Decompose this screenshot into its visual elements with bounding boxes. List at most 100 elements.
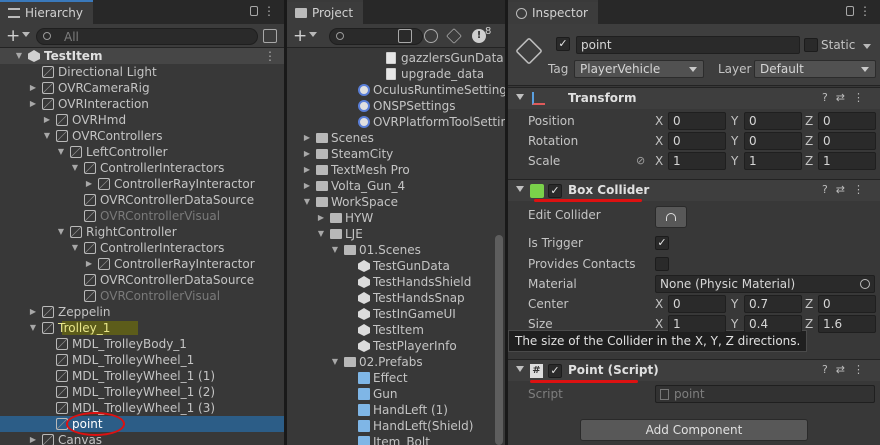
collapse-arrow-icon[interactable]: ▶ (42, 112, 52, 128)
project-row[interactable]: TestHandsSnap (287, 290, 505, 306)
project-row[interactable]: gazzlersGunData (287, 50, 505, 66)
add-icon[interactable]: + (293, 26, 307, 46)
lock-icon[interactable] (250, 6, 258, 16)
collapse-arrow-icon[interactable]: ▶ (28, 96, 38, 112)
scene-visibility-icon[interactable] (263, 29, 277, 43)
hierarchy-row[interactable]: ▶ OVRHmd (0, 112, 284, 128)
expand-arrow-icon[interactable]: ▼ (316, 226, 326, 242)
hierarchy-row[interactable]: ▼ ControllerInteractors (0, 160, 284, 176)
hierarchy-row[interactable]: OVRControllerVisual (0, 208, 284, 224)
project-row[interactable]: Gun (287, 386, 505, 402)
hierarchy-row[interactable]: MDL_TrolleyBody_1 (0, 336, 284, 352)
component-actions-icons[interactable]: ?⇄⋮ (822, 91, 872, 104)
label-icon[interactable] (446, 28, 462, 44)
center-z-field[interactable]: 0 (818, 295, 876, 313)
hierarchy-row[interactable]: Directional Light (0, 64, 284, 80)
static-dropdown-icon[interactable] (863, 44, 871, 49)
hierarchy-row[interactable]: ▼ RightController (0, 224, 284, 240)
component-actions-icons[interactable]: ?⇄⋮ (822, 363, 872, 376)
scale-z-field[interactable]: 1 (818, 152, 876, 170)
project-row[interactable]: Item_Bolt (287, 434, 505, 445)
project-row[interactable]: upgrade_data (287, 66, 505, 82)
chevron-down-icon[interactable] (309, 32, 317, 37)
constrain-proportions-icon[interactable]: ⊘ (636, 154, 645, 167)
project-scrollbar[interactable] (495, 235, 503, 445)
expand-arrow-icon[interactable]: ▼ (302, 194, 312, 210)
hidden-packages-icon[interactable]: ! (472, 29, 486, 43)
expand-arrow-icon[interactable]: ▼ (28, 320, 38, 336)
collapse-arrow-icon[interactable]: ▶ (28, 304, 38, 320)
project-row[interactable]: ▼ 01.Scenes (287, 242, 505, 258)
axis-x-label[interactable]: X (655, 112, 663, 130)
layer-dropdown[interactable]: Default (754, 60, 876, 78)
hierarchy-row[interactable]: OVRControllerDataSource (0, 192, 284, 208)
expand-arrow-icon[interactable]: ▼ (70, 160, 80, 176)
axis-z-label[interactable]: Z (805, 295, 813, 313)
project-row[interactable]: TestItem (287, 322, 505, 338)
expand-arrow-icon[interactable]: ▼ (56, 224, 66, 240)
axis-x-label[interactable]: X (655, 295, 663, 313)
project-row[interactable]: ONSPSettings (287, 98, 505, 114)
provides-contacts-checkbox[interactable] (655, 257, 669, 271)
position-z-field[interactable]: 0 (818, 112, 876, 130)
box-collider-header[interactable]: ✓ Box Collider ?⇄⋮ (508, 179, 880, 201)
rotation-y-field[interactable]: 0 (744, 132, 802, 150)
position-y-field[interactable]: 0 (744, 112, 802, 130)
axis-y-label[interactable]: Y (731, 112, 738, 130)
add-component-button[interactable]: Add Component (580, 419, 808, 441)
project-row[interactable]: ▶ TextMesh Pro (287, 162, 505, 178)
tab-project[interactable]: Project (287, 0, 364, 24)
lock-icon[interactable] (846, 6, 854, 16)
object-name-field[interactable]: point (576, 36, 800, 54)
project-row[interactable]: ▼ WorkSpace (287, 194, 505, 210)
hierarchy-row[interactable]: ▶ Zeppelin (0, 304, 284, 320)
collapse-arrow-icon[interactable]: ▶ (28, 80, 38, 96)
transform-header[interactable]: Transform ?⇄⋮ (508, 87, 880, 109)
hierarchy-search-input[interactable]: All (36, 28, 258, 45)
more-menu-icon[interactable]: ⋮ (263, 4, 276, 18)
hierarchy-row[interactable]: ▶ ControllerRayInteractor (0, 176, 284, 192)
size-x-field[interactable]: 1 (668, 315, 726, 333)
expand-arrow-icon[interactable]: ▼ (56, 144, 66, 160)
project-row[interactable]: TestPlayerInfo (287, 338, 505, 354)
hierarchy-row[interactable]: ▶ ControllerRayInteractor (0, 256, 284, 272)
add-icon[interactable]: + (6, 26, 20, 46)
expand-arrow-icon[interactable]: ▼ (42, 128, 52, 144)
size-y-field[interactable]: 0.4 (744, 315, 802, 333)
collapse-arrow-icon[interactable]: ▶ (302, 146, 312, 162)
collapse-arrow-icon[interactable]: ▶ (84, 256, 94, 272)
axis-x-label[interactable]: X (655, 132, 663, 150)
project-row[interactable]: HandLeft (1) (287, 402, 505, 418)
hierarchy-row[interactable]: MDL_TrolleyWheel_1 (3) (0, 400, 284, 416)
project-row[interactable]: ▶ Volta_Gun_4 (287, 178, 505, 194)
axis-x-label[interactable]: X (655, 315, 663, 333)
box-collider-enabled-checkbox[interactable]: ✓ (548, 184, 562, 198)
project-row[interactable]: Effect (287, 370, 505, 386)
collapse-arrow-icon[interactable]: ▶ (302, 178, 312, 194)
axis-y-label[interactable]: Y (731, 152, 738, 170)
center-x-field[interactable]: 0 (668, 295, 726, 313)
hierarchy-row[interactable]: ▶ OVRInteraction (0, 96, 284, 112)
collapse-arrow-icon[interactable]: ▶ (302, 162, 312, 178)
project-row[interactable]: HandLeft(Shield) (287, 418, 505, 434)
tag-dropdown[interactable]: PlayerVehicle (574, 60, 704, 78)
scale-y-field[interactable]: 1 (744, 152, 802, 170)
hierarchy-row[interactable]: ▼ ControllerInteractors (0, 240, 284, 256)
expand-arrow-icon[interactable]: ▼ (14, 48, 24, 64)
more-menu-icon[interactable]: ⋮ (859, 4, 872, 18)
chevron-down-icon[interactable] (22, 32, 30, 37)
size-z-field[interactable]: 1.6 (818, 315, 876, 333)
expand-arrow-icon[interactable]: ▼ (70, 240, 80, 256)
hierarchy-row[interactable]: ▼ LeftController (0, 144, 284, 160)
collapse-arrow-icon[interactable]: ▶ (28, 432, 38, 445)
axis-z-label[interactable]: Z (805, 132, 813, 150)
is-trigger-checkbox[interactable]: ✓ (655, 236, 669, 250)
project-row[interactable]: ▼ 02.Prefabs (287, 354, 505, 370)
axis-x-label[interactable]: X (655, 152, 663, 170)
project-row[interactable]: TestInGameUI (287, 306, 505, 322)
hierarchy-row[interactable]: ▼ Trolley_1 (0, 320, 284, 336)
project-row[interactable]: ▶ HYW (287, 210, 505, 226)
tab-hierarchy[interactable]: Hierarchy (0, 0, 94, 24)
axis-z-label[interactable]: Z (805, 112, 813, 130)
project-row[interactable]: OVRPlatformToolSettings (287, 114, 505, 130)
